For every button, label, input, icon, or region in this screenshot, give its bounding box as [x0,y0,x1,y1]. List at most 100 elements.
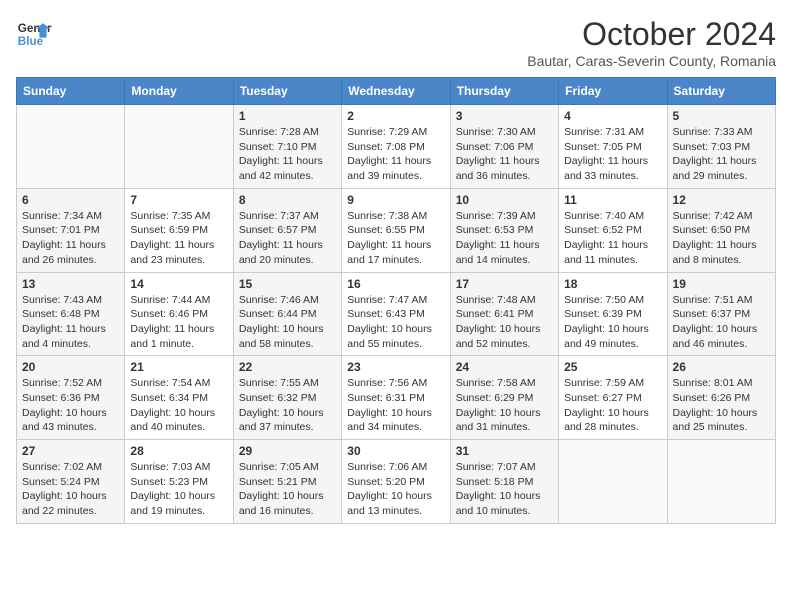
calendar-day-cell: 10Sunrise: 7:39 AMSunset: 6:53 PMDayligh… [450,188,558,272]
day-info: Sunrise: 7:51 AMSunset: 6:37 PMDaylight:… [673,293,770,352]
weekday-header: Friday [559,78,667,105]
calendar-week-row: 20 Sunrise: 7:52 AMSunset: 6:36 PMDayligh… [17,356,776,440]
day-number: 13 [22,277,119,291]
day-info: Sunrise: 7:50 AMSunset: 6:39 PMDaylight:… [564,293,661,352]
title-section: October 2024 Bautar, Caras-Severin Count… [527,16,776,69]
day-number: 8 [239,193,336,207]
day-number: 20 [22,360,119,374]
weekday-header: Tuesday [233,78,341,105]
day-info: Sunrise: 7:58 AMSunset: 6:29 PMDaylight:… [456,376,553,435]
calendar-day-cell: 26 Sunrise: 8:01 AMSunset: 6:26 PMDayligh… [667,356,775,440]
day-info: Sunrise: 7:29 AMSunset: 7:08 PMDaylight:… [347,125,444,184]
calendar-day-cell: 27 Sunrise: 7:02 AMSunset: 5:24 PMDayligh… [17,440,125,524]
calendar-day-cell: 18 Sunrise: 7:50 AMSunset: 6:39 PMDayligh… [559,272,667,356]
day-number: 14 [130,277,227,291]
calendar-day-cell [559,440,667,524]
day-info: Sunrise: 8:01 AMSunset: 6:26 PMDaylight:… [673,376,770,435]
calendar-day-cell [667,440,775,524]
calendar-day-cell: 5 Sunrise: 7:33 AMSunset: 7:03 PMDaylight… [667,105,775,189]
day-number: 19 [673,277,770,291]
day-number: 24 [456,360,553,374]
day-info: Sunrise: 7:55 AMSunset: 6:32 PMDaylight:… [239,376,336,435]
day-info: Sunrise: 7:59 AMSunset: 6:27 PMDaylight:… [564,376,661,435]
weekday-header: Thursday [450,78,558,105]
calendar-week-row: 13 Sunrise: 7:43 AMSunset: 6:48 PMDayligh… [17,272,776,356]
calendar-day-cell: 23Sunrise: 7:56 AMSunset: 6:31 PMDayligh… [342,356,450,440]
day-info: Sunrise: 7:54 AMSunset: 6:34 PMDaylight:… [130,376,227,435]
day-number: 4 [564,109,661,123]
day-number: 6 [22,193,119,207]
day-number: 2 [347,109,444,123]
day-info: Sunrise: 7:06 AMSunset: 5:20 PMDaylight:… [347,460,444,519]
weekday-header: Wednesday [342,78,450,105]
day-info: Sunrise: 7:34 AMSunset: 7:01 PMDaylight:… [22,209,119,268]
calendar-day-cell: 29 Sunrise: 7:05 AMSunset: 5:21 PMDayligh… [233,440,341,524]
calendar-week-row: 6 Sunrise: 7:34 AMSunset: 7:01 PMDaylight… [17,188,776,272]
calendar-day-cell: 8 Sunrise: 7:37 AMSunset: 6:57 PMDaylight… [233,188,341,272]
day-info: Sunrise: 7:37 AMSunset: 6:57 PMDaylight:… [239,209,336,268]
weekday-header-row: SundayMondayTuesdayWednesdayThursdayFrid… [17,78,776,105]
weekday-header: Saturday [667,78,775,105]
calendar-day-cell [125,105,233,189]
day-info: Sunrise: 7:31 AMSunset: 7:05 PMDaylight:… [564,125,661,184]
calendar-table: SundayMondayTuesdayWednesdayThursdayFrid… [16,77,776,524]
calendar-day-cell: 20 Sunrise: 7:52 AMSunset: 6:36 PMDayligh… [17,356,125,440]
calendar-day-cell: 11 Sunrise: 7:40 AMSunset: 6:52 PMDayligh… [559,188,667,272]
calendar-day-cell: 28Sunrise: 7:03 AMSunset: 5:23 PMDayligh… [125,440,233,524]
day-number: 23 [347,360,444,374]
weekday-header: Sunday [17,78,125,105]
calendar-day-cell: 19 Sunrise: 7:51 AMSunset: 6:37 PMDayligh… [667,272,775,356]
day-number: 22 [239,360,336,374]
calendar-day-cell: 17 Sunrise: 7:48 AMSunset: 6:41 PMDayligh… [450,272,558,356]
calendar-day-cell: 14 Sunrise: 7:44 AMSunset: 6:46 PMDayligh… [125,272,233,356]
day-info: Sunrise: 7:05 AMSunset: 5:21 PMDaylight:… [239,460,336,519]
calendar-day-cell: 22 Sunrise: 7:55 AMSunset: 6:32 PMDayligh… [233,356,341,440]
calendar-day-cell: 24 Sunrise: 7:58 AMSunset: 6:29 PMDayligh… [450,356,558,440]
calendar-day-cell: 31Sunrise: 7:07 AMSunset: 5:18 PMDayligh… [450,440,558,524]
calendar-day-cell: 30Sunrise: 7:06 AMSunset: 5:20 PMDayligh… [342,440,450,524]
day-number: 11 [564,193,661,207]
day-info: Sunrise: 7:33 AMSunset: 7:03 PMDaylight:… [673,125,770,184]
day-info: Sunrise: 7:07 AMSunset: 5:18 PMDaylight:… [456,460,553,519]
day-number: 7 [130,193,227,207]
day-number: 29 [239,444,336,458]
svg-text:General: General [18,22,52,35]
calendar-day-cell: 12 Sunrise: 7:42 AMSunset: 6:50 PMDayligh… [667,188,775,272]
day-info: Sunrise: 7:47 AMSunset: 6:43 PMDaylight:… [347,293,444,352]
calendar-day-cell: 6 Sunrise: 7:34 AMSunset: 7:01 PMDaylight… [17,188,125,272]
calendar-day-cell: 13 Sunrise: 7:43 AMSunset: 6:48 PMDayligh… [17,272,125,356]
day-number: 12 [673,193,770,207]
day-number: 18 [564,277,661,291]
day-info: Sunrise: 7:48 AMSunset: 6:41 PMDaylight:… [456,293,553,352]
day-number: 5 [673,109,770,123]
day-info: Sunrise: 7:52 AMSunset: 6:36 PMDaylight:… [22,376,119,435]
day-info: Sunrise: 7:43 AMSunset: 6:48 PMDaylight:… [22,293,119,352]
day-number: 3 [456,109,553,123]
day-info: Sunrise: 7:44 AMSunset: 6:46 PMDaylight:… [130,293,227,352]
day-info: Sunrise: 7:30 AMSunset: 7:06 PMDaylight:… [456,125,553,184]
day-info: Sunrise: 7:42 AMSunset: 6:50 PMDaylight:… [673,209,770,268]
location-subtitle: Bautar, Caras-Severin County, Romania [527,53,776,69]
calendar-week-row: 1Sunrise: 7:28 AMSunset: 7:10 PMDaylight… [17,105,776,189]
day-info: Sunrise: 7:40 AMSunset: 6:52 PMDaylight:… [564,209,661,268]
day-info: Sunrise: 7:35 AMSunset: 6:59 PMDaylight:… [130,209,227,268]
day-number: 10 [456,193,553,207]
day-number: 27 [22,444,119,458]
logo-icon: General Blue [16,16,52,52]
day-number: 25 [564,360,661,374]
calendar-day-cell: 7 Sunrise: 7:35 AMSunset: 6:59 PMDaylight… [125,188,233,272]
day-info: Sunrise: 7:02 AMSunset: 5:24 PMDaylight:… [22,460,119,519]
calendar-day-cell: 2 Sunrise: 7:29 AMSunset: 7:08 PMDaylight… [342,105,450,189]
calendar-day-cell: 1Sunrise: 7:28 AMSunset: 7:10 PMDaylight… [233,105,341,189]
day-number: 16 [347,277,444,291]
calendar-week-row: 27 Sunrise: 7:02 AMSunset: 5:24 PMDayligh… [17,440,776,524]
day-number: 9 [347,193,444,207]
day-number: 26 [673,360,770,374]
calendar-day-cell: 16 Sunrise: 7:47 AMSunset: 6:43 PMDayligh… [342,272,450,356]
month-title: October 2024 [527,16,776,53]
calendar-day-cell: 4 Sunrise: 7:31 AMSunset: 7:05 PMDaylight… [559,105,667,189]
day-number: 15 [239,277,336,291]
calendar-day-cell: 9 Sunrise: 7:38 AMSunset: 6:55 PMDaylight… [342,188,450,272]
day-number: 17 [456,277,553,291]
day-info: Sunrise: 7:38 AMSunset: 6:55 PMDaylight:… [347,209,444,268]
